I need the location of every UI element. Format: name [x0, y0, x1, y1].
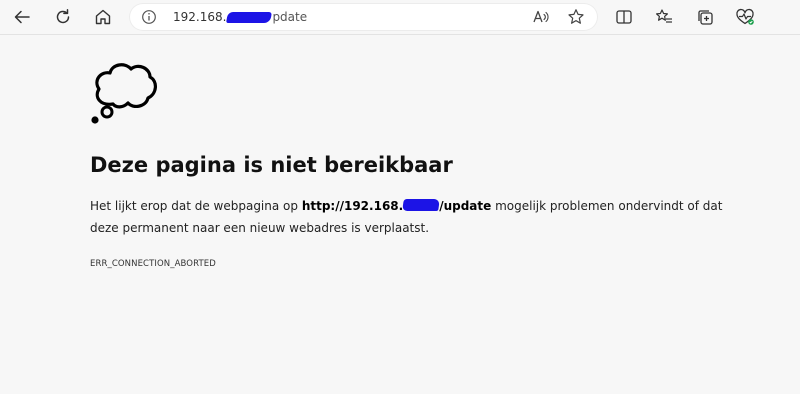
- info-icon[interactable]: [141, 9, 157, 25]
- thought-cloud-icon: [91, 63, 157, 124]
- error-page: Deze pagina is niet bereikbaar Het lijkt…: [0, 35, 800, 394]
- error-title: Deze pagina is niet bereikbaar: [90, 153, 453, 177]
- error-description: Het lijkt erop dat de webpagina op http:…: [90, 195, 730, 239]
- browser-toolbar: 192.168. pdate: [0, 0, 800, 35]
- favorites-list-icon[interactable]: [650, 3, 678, 31]
- collections-icon[interactable]: [691, 3, 719, 31]
- read-aloud-icon[interactable]: [532, 8, 550, 26]
- refresh-icon[interactable]: [49, 3, 77, 31]
- desc-url: http://192.168. /update: [302, 199, 491, 213]
- desc-redaction-scribble: [402, 199, 441, 211]
- url-end: pdate: [272, 10, 308, 24]
- url-start: 192.168.: [173, 10, 227, 24]
- home-icon[interactable]: [89, 3, 117, 31]
- favorite-star-icon[interactable]: [567, 8, 585, 26]
- address-url[interactable]: 192.168. pdate: [173, 9, 307, 25]
- back-arrow-icon[interactable]: [8, 3, 36, 31]
- redaction-scribble: [226, 12, 273, 23]
- browser-essentials-icon[interactable]: [731, 3, 759, 31]
- error-code: ERR_CONNECTION_ABORTED: [90, 259, 216, 269]
- address-bar[interactable]: 192.168. pdate: [129, 3, 598, 31]
- desc-url-start: http://192.168.: [301, 199, 404, 213]
- desc-before: Het lijkt erop dat de webpagina op: [90, 199, 302, 213]
- desc-url-end: /update: [439, 199, 492, 213]
- split-screen-icon[interactable]: [610, 3, 638, 31]
